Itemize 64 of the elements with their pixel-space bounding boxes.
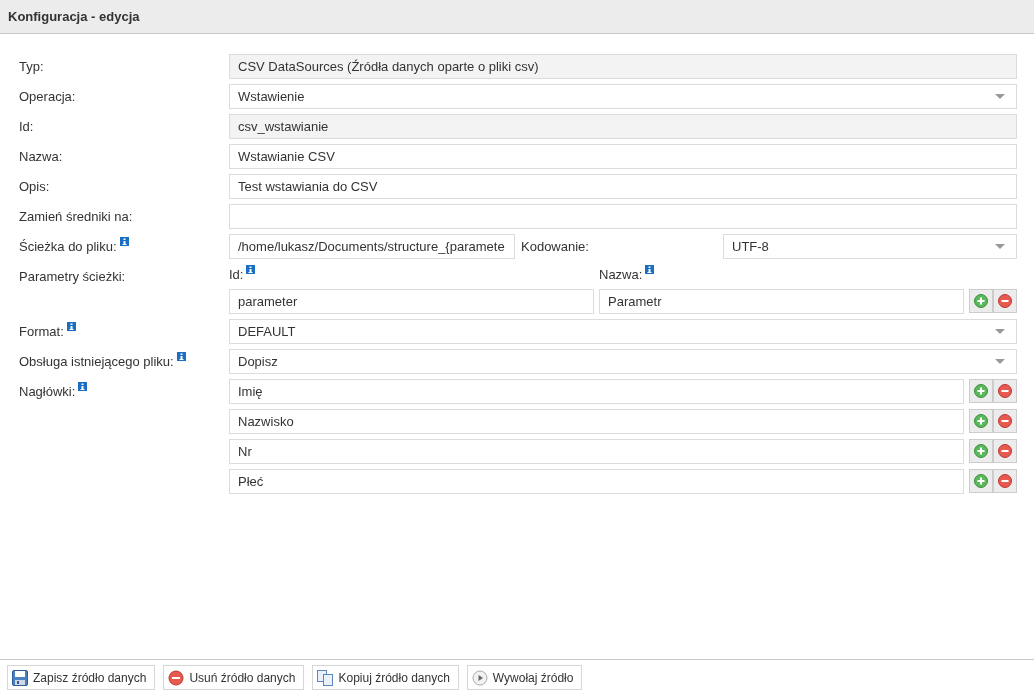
dropdown-field[interactable]: DEFAULT xyxy=(229,319,1017,344)
field-label: Parametry ścieżki: xyxy=(19,269,126,284)
input-field[interactable]: CSV DataSources (Źródła danych oparte o pliki csv) xyxy=(229,54,1017,79)
field-label: Zamień średniki na: xyxy=(19,209,133,224)
info-icon xyxy=(645,265,655,274)
field-label: Operacja: xyxy=(19,89,76,104)
field-label: Format: xyxy=(19,324,64,339)
toolbar-button[interactable]: Usuń źródło danych xyxy=(163,665,305,690)
column-label: Nazwa: xyxy=(599,267,643,282)
input-field[interactable]: Płeć xyxy=(229,469,964,494)
dropdown-field[interactable]: Dopisz xyxy=(229,349,1017,374)
input-field[interactable] xyxy=(229,204,1017,229)
field-label: Kodowanie: xyxy=(520,239,590,254)
field-label: Typ: xyxy=(19,59,44,74)
field-label: Id: xyxy=(19,119,34,134)
add-button[interactable] xyxy=(969,289,993,313)
minus-icon xyxy=(998,294,1012,308)
add-button[interactable] xyxy=(969,379,993,403)
toolbar-button[interactable]: Kopiuj źródło danych xyxy=(312,665,459,690)
dropdown-field[interactable]: UTF-8 xyxy=(723,234,1017,259)
minus-icon xyxy=(168,669,185,686)
plus-icon xyxy=(974,444,988,458)
plus-icon xyxy=(974,294,988,308)
play-icon xyxy=(471,669,488,686)
field-label: Nagłówki: xyxy=(19,384,76,399)
input-field[interactable]: Test wstawiania do CSV xyxy=(229,174,1017,199)
input-field[interactable]: parameter xyxy=(229,289,594,314)
field-label: Obsługa istniejącego pliku: xyxy=(19,354,174,369)
input-field[interactable]: csv_wstawianie xyxy=(229,114,1017,139)
toolbar-button[interactable]: Zapisz źródło danych xyxy=(7,665,156,690)
remove-button[interactable] xyxy=(993,289,1017,313)
minus-icon xyxy=(998,414,1012,428)
minus-icon xyxy=(998,474,1012,488)
plus-icon xyxy=(974,474,988,488)
field-label: Nazwa: xyxy=(19,149,63,164)
info-icon xyxy=(246,265,256,274)
toolbar-button[interactable]: Wywołaj źródło xyxy=(466,665,583,690)
plus-icon xyxy=(974,384,988,398)
input-field[interactable]: Nazwisko xyxy=(229,409,964,434)
field-label: Opis: xyxy=(19,179,50,194)
dropdown-caret-icon xyxy=(995,244,1005,249)
add-button[interactable] xyxy=(969,409,993,433)
input-field[interactable]: /home/lukasz/Documents/structure_{paramete xyxy=(229,234,515,259)
field-label: Ścieżka do pliku: xyxy=(19,239,117,254)
dropdown-field[interactable]: Wstawienie xyxy=(229,84,1017,109)
input-field[interactable]: Wstawianie CSV xyxy=(229,144,1017,169)
dropdown-caret-icon xyxy=(995,94,1005,99)
panel-title: Konfiguracja - edycja xyxy=(8,9,140,24)
remove-button[interactable] xyxy=(993,439,1017,463)
minus-icon xyxy=(998,384,1012,398)
input-field[interactable]: Imię xyxy=(229,379,964,404)
add-button[interactable] xyxy=(969,469,993,493)
input-field[interactable]: Parametr xyxy=(599,289,964,314)
dropdown-caret-icon xyxy=(995,359,1005,364)
remove-button[interactable] xyxy=(993,409,1017,433)
column-label: Id: xyxy=(229,267,244,282)
dropdown-caret-icon xyxy=(995,329,1005,334)
remove-button[interactable] xyxy=(993,469,1017,493)
remove-button[interactable] xyxy=(993,379,1017,403)
copy-pages-icon xyxy=(317,669,334,686)
input-field[interactable]: Nr xyxy=(229,439,964,464)
plus-icon xyxy=(974,414,988,428)
add-button[interactable] xyxy=(969,439,993,463)
minus-icon xyxy=(998,444,1012,458)
